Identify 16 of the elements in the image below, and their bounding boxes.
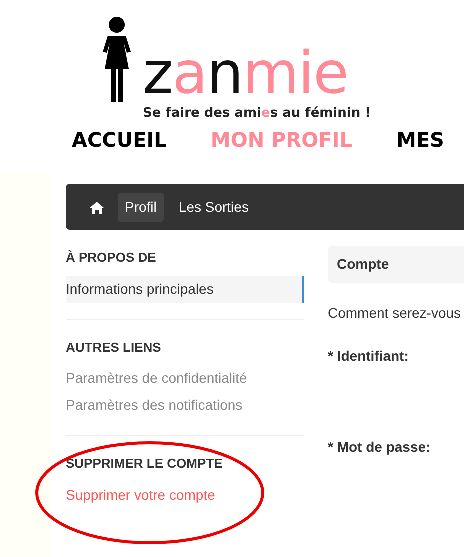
logo-wordmark: zanmie (143, 44, 348, 102)
panel-heading: Compte (328, 246, 464, 283)
sidebar-link[interactable]: Informations principales (66, 276, 304, 302)
sidebar-link[interactable]: Paramètres de confidentialité (66, 365, 304, 392)
breadcrumb-link[interactable]: Profil (118, 192, 164, 222)
section-heading: AUTRES LIENS (66, 338, 162, 356)
section-heading: À PROPOS DE (66, 249, 158, 267)
nav-link-item[interactable]: MES (396, 125, 444, 155)
sidebar-link[interactable]: Paramètres des notifications (66, 392, 304, 419)
section-heading: SUPPRIMER LE COMPTE (66, 455, 224, 473)
nav-link-item[interactable]: ACCUEIL (72, 125, 167, 155)
intro-text: Comment serez-vous (328, 304, 462, 323)
breadcrumb-link[interactable]: Les Sorties (172, 192, 256, 222)
field-label: * Mot de passe: (328, 438, 432, 457)
logo-tagline: Se faire des amies au féminin ! (143, 105, 372, 123)
field-label: * Identifiant: (328, 347, 410, 366)
